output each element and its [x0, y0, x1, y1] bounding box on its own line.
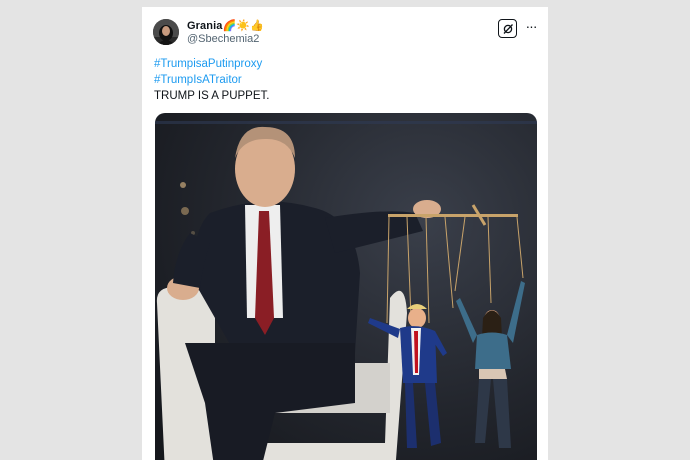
author-handle[interactable]: @Sbechemia2 [187, 33, 259, 45]
grok-button[interactable] [498, 19, 517, 38]
tweet-card[interactable]: Grania🌈☀️👍 @Sbechemia2 ··· #TrumpisaPuti… [142, 7, 548, 460]
author-name-text: Grania [187, 20, 223, 32]
hashtag-trumpisatraitor[interactable]: #TrumpIsATraitor [154, 74, 242, 86]
tweet-media[interactable] [155, 113, 537, 460]
more-options-button[interactable]: ··· [523, 19, 539, 37]
name-emoji-icons: 🌈☀️👍 [222, 20, 264, 32]
tweet-photo [155, 113, 537, 460]
author-avatar[interactable] [153, 19, 179, 45]
grok-icon [503, 23, 513, 34]
hashtag-trumpisaputinproxy[interactable]: #TrumpisaPutinproxy [154, 58, 262, 70]
tweet-text: TRUMP IS A PUPPET. [154, 90, 270, 102]
avatar-image [153, 19, 179, 45]
author-display-name[interactable]: Grania🌈☀️👍 [187, 19, 264, 32]
